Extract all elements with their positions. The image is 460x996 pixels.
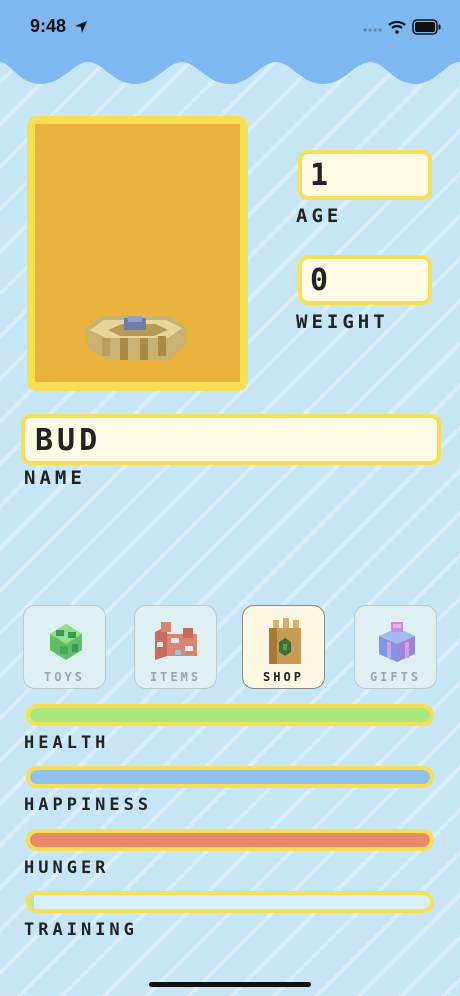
voxel-shopping-bag-icon [269,618,301,664]
health-label: HEALTH [24,733,110,753]
health-bar [26,704,434,726]
age-label: AGE [296,205,343,227]
voxel-leaf-ball-icon [50,624,82,660]
tab-toys-label: TOYS [44,670,85,684]
happiness-label: HAPPINESS [24,795,153,815]
happiness-bar [26,766,434,788]
training-bar-fill [30,895,34,909]
tab-gifts-label: GIFTS [369,670,422,684]
weight-value: 0 [298,255,432,305]
home-indicator[interactable] [149,982,311,987]
hunger-bar [26,829,434,851]
tab-toys[interactable]: TOYS [23,605,106,689]
voxel-food-bowl-icon [86,316,186,360]
hunger-label: HUNGER [24,858,110,878]
weight-label: WEIGHT [296,311,389,333]
battery-icon [412,19,441,35]
happiness-bar-fill [30,770,430,784]
sky-header [0,0,460,84]
health-bar-fill [30,708,430,722]
tab-items[interactable]: ITEMS [134,605,217,689]
tab-shop-label: SHOP [263,670,304,684]
name-label: NAME [24,467,86,489]
tab-items-label: ITEMS [149,670,202,684]
cellular-signal-icon [363,28,382,32]
voxel-brick-icon [155,622,197,660]
tab-shop[interactable]: SHOP [242,605,325,689]
wifi-icon [388,20,406,34]
pet-name-field[interactable]: BUD [21,414,441,465]
tab-gifts[interactable]: GIFTS [354,605,437,689]
status-time: 9:48 [30,16,67,36]
hunger-bar-fill [30,833,430,847]
location-arrow-icon [75,21,87,33]
age-value: 1 [298,150,432,200]
training-label: TRAINING [24,920,138,940]
voxel-gift-box-icon [379,622,415,662]
training-bar [26,891,434,913]
